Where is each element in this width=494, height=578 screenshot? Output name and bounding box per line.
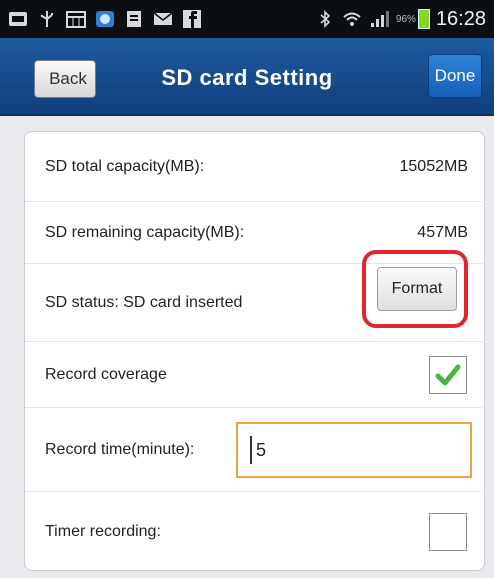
done-button[interactable]: Done xyxy=(428,54,482,98)
timer-recording-checkbox[interactable] xyxy=(429,513,467,551)
text-cursor xyxy=(250,436,252,464)
usb-icon xyxy=(37,10,57,28)
notification-icon xyxy=(8,10,28,28)
back-button[interactable]: Back xyxy=(34,60,96,98)
calendar-icon xyxy=(66,10,86,28)
total-capacity-value: 15052MB xyxy=(399,157,469,175)
settings-panel: SD total capacity(MB): 15052MB SD remain… xyxy=(24,131,486,572)
checkmark-icon xyxy=(435,364,461,386)
record-coverage-label: Record coverage xyxy=(45,365,167,383)
record-coverage-checkbox[interactable] xyxy=(429,356,467,394)
battery-level: 96% xyxy=(395,13,416,25)
timer-recording-row: Timer recording: xyxy=(25,492,486,572)
battery-icon xyxy=(417,9,430,29)
record-coverage-row: Record coverage xyxy=(25,342,486,408)
wifi-icon xyxy=(342,10,362,28)
bluetooth-icon xyxy=(315,10,335,28)
remaining-capacity-value: 457MB xyxy=(417,223,468,241)
sd-status-label: SD status: SD card inserted xyxy=(45,293,243,311)
status-bar: 96% 16:28 xyxy=(0,0,494,38)
clock: 16:28 xyxy=(435,7,486,30)
remaining-capacity-label: SD remaining capacity(MB): xyxy=(45,223,245,241)
format-button[interactable]: Format xyxy=(377,267,457,311)
total-capacity-label: SD total capacity(MB): xyxy=(45,157,205,175)
facebook-icon xyxy=(182,10,202,28)
timer-recording-label: Timer recording: xyxy=(45,523,161,540)
record-time-label: Record time(minute): xyxy=(45,440,195,458)
record-time-input[interactable] xyxy=(236,422,472,478)
signal-icon xyxy=(369,10,389,28)
total-capacity-row: SD total capacity(MB): 15052MB xyxy=(25,132,486,202)
email-icon xyxy=(153,10,173,28)
document-icon xyxy=(124,10,144,28)
app-icon xyxy=(95,10,115,28)
title-bar: SD card Setting Back Done xyxy=(0,38,494,116)
